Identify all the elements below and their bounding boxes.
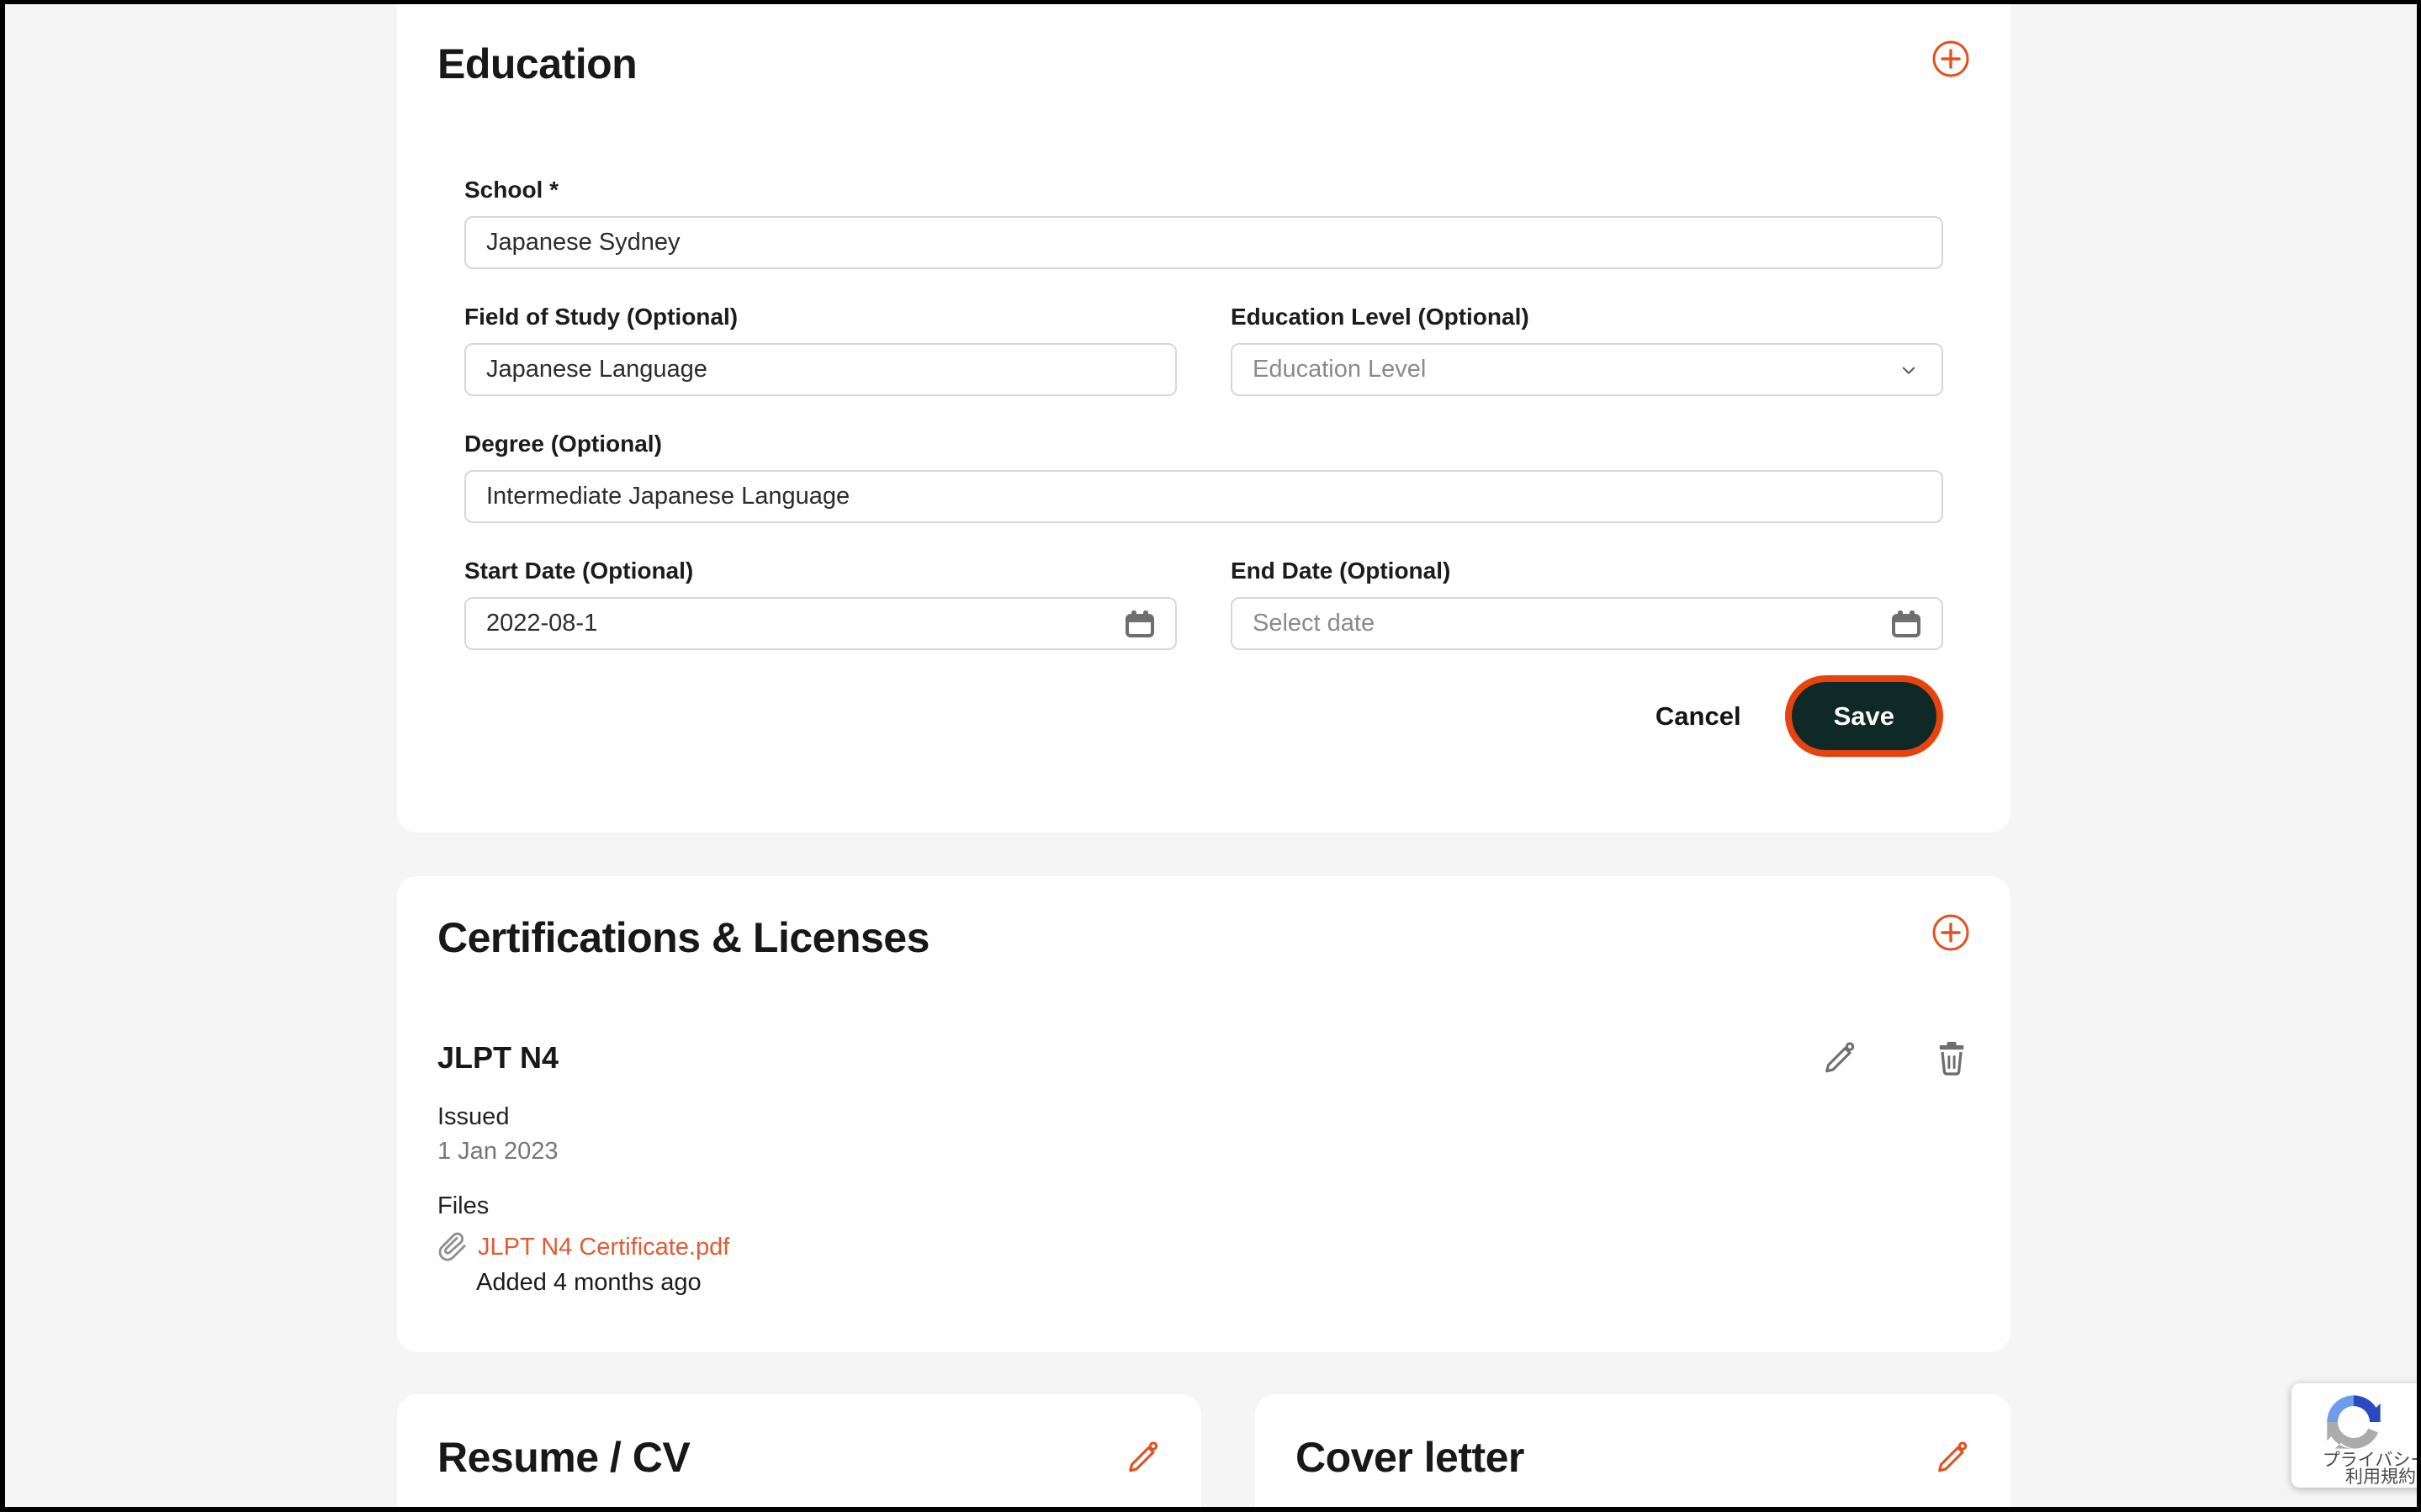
certifications-card: Certifications & Licenses JLPT N4 bbox=[397, 876, 2010, 1352]
start-date-label: Start Date (Optional) bbox=[464, 557, 1177, 585]
file-row: JLPT N4 Certificate.pdf bbox=[437, 1232, 1970, 1262]
calendar-icon[interactable] bbox=[1891, 610, 1921, 638]
degree-input[interactable] bbox=[464, 470, 1943, 523]
resume-title: Resume / CV bbox=[437, 1433, 690, 1482]
field-of-study-label: Field of Study (Optional) bbox=[464, 303, 1177, 331]
certifications-header: Certifications & Licenses bbox=[437, 913, 1970, 962]
recaptcha-privacy-text[interactable]: プライバシー - 利用規約 bbox=[2291, 1452, 2421, 1486]
pencil-icon bbox=[1124, 1439, 1161, 1476]
field-of-study-group: Field of Study (Optional) bbox=[464, 303, 1177, 396]
degree-label: Degree (Optional) bbox=[464, 430, 1943, 458]
chevron-down-icon bbox=[1896, 357, 1921, 383]
education-card: Education School * Field of Study bbox=[397, 4, 2010, 833]
recaptcha-logo-icon bbox=[2322, 1390, 2386, 1454]
education-level-group: Education Level (Optional) Education Lev… bbox=[1231, 303, 1943, 396]
end-date-placeholder: Select date bbox=[1253, 610, 1375, 637]
certification-entry-header: JLPT N4 bbox=[437, 1039, 1970, 1076]
certificate-file-link[interactable]: JLPT N4 Certificate.pdf bbox=[478, 1234, 729, 1261]
resume-card: Resume / CV bbox=[397, 1394, 1201, 1512]
plus-circle-icon bbox=[1931, 913, 1970, 952]
pencil-icon bbox=[1820, 1039, 1857, 1076]
cover-letter-title: Cover letter bbox=[1295, 1433, 1524, 1482]
education-level-placeholder: Education Level bbox=[1253, 356, 1426, 383]
file-added-text: Added 4 months ago bbox=[476, 1269, 1970, 1297]
save-button[interactable]: Save bbox=[1785, 675, 1943, 757]
delete-certification-button[interactable] bbox=[1933, 1039, 1970, 1076]
trash-icon bbox=[1933, 1039, 1970, 1076]
start-date-input[interactable]: 2022-08-1 bbox=[464, 597, 1177, 650]
school-input[interactable] bbox=[464, 216, 1943, 269]
school-label: School * bbox=[464, 176, 1943, 204]
end-date-input[interactable]: Select date bbox=[1231, 597, 1943, 650]
add-certification-button[interactable] bbox=[1931, 913, 1970, 952]
edit-cover-letter-button[interactable] bbox=[1933, 1439, 1970, 1476]
recaptcha-badge[interactable]: プライバシー - 利用規約 bbox=[2291, 1383, 2421, 1488]
certifications-title: Certifications & Licenses bbox=[437, 913, 930, 962]
school-field-group: School * bbox=[464, 176, 1943, 269]
certification-actions bbox=[1820, 1039, 1970, 1076]
content-column: Education School * Field of Study bbox=[397, 4, 2010, 1512]
screenshot-frame: Education School * Field of Study bbox=[0, 0, 2421, 1512]
plus-circle-icon bbox=[1931, 40, 1970, 78]
cancel-button[interactable]: Cancel bbox=[1655, 701, 1741, 732]
education-form: School * Field of Study (Optional) Educa… bbox=[464, 176, 1943, 650]
calendar-icon[interactable] bbox=[1125, 610, 1155, 638]
end-date-group: End Date (Optional) Select date bbox=[1231, 557, 1943, 650]
files-label: Files bbox=[437, 1192, 1970, 1220]
issued-date: 1 Jan 2023 bbox=[437, 1138, 1970, 1166]
start-date-value: 2022-08-1 bbox=[486, 610, 597, 637]
documents-row: Resume / CV Cover letter bbox=[397, 1394, 2010, 1512]
degree-group: Degree (Optional) bbox=[464, 430, 1943, 523]
pencil-icon bbox=[1933, 1439, 1970, 1476]
cover-letter-card: Cover letter bbox=[1255, 1394, 2010, 1512]
start-date-group: Start Date (Optional) 2022-08-1 bbox=[464, 557, 1177, 650]
end-date-label: End Date (Optional) bbox=[1231, 557, 1943, 585]
certification-name: JLPT N4 bbox=[437, 1040, 559, 1076]
education-title: Education bbox=[437, 40, 637, 88]
issued-label: Issued bbox=[437, 1103, 1970, 1131]
edit-certification-button[interactable] bbox=[1820, 1039, 1857, 1076]
education-header: Education bbox=[437, 40, 1970, 88]
education-level-label: Education Level (Optional) bbox=[1231, 303, 1943, 331]
edit-resume-button[interactable] bbox=[1124, 1439, 1161, 1476]
form-actions: Cancel Save bbox=[464, 675, 1943, 757]
paperclip-icon bbox=[437, 1232, 468, 1262]
add-education-button[interactable] bbox=[1931, 40, 1970, 78]
education-level-select[interactable]: Education Level bbox=[1231, 343, 1943, 396]
field-of-study-input[interactable] bbox=[464, 343, 1177, 396]
